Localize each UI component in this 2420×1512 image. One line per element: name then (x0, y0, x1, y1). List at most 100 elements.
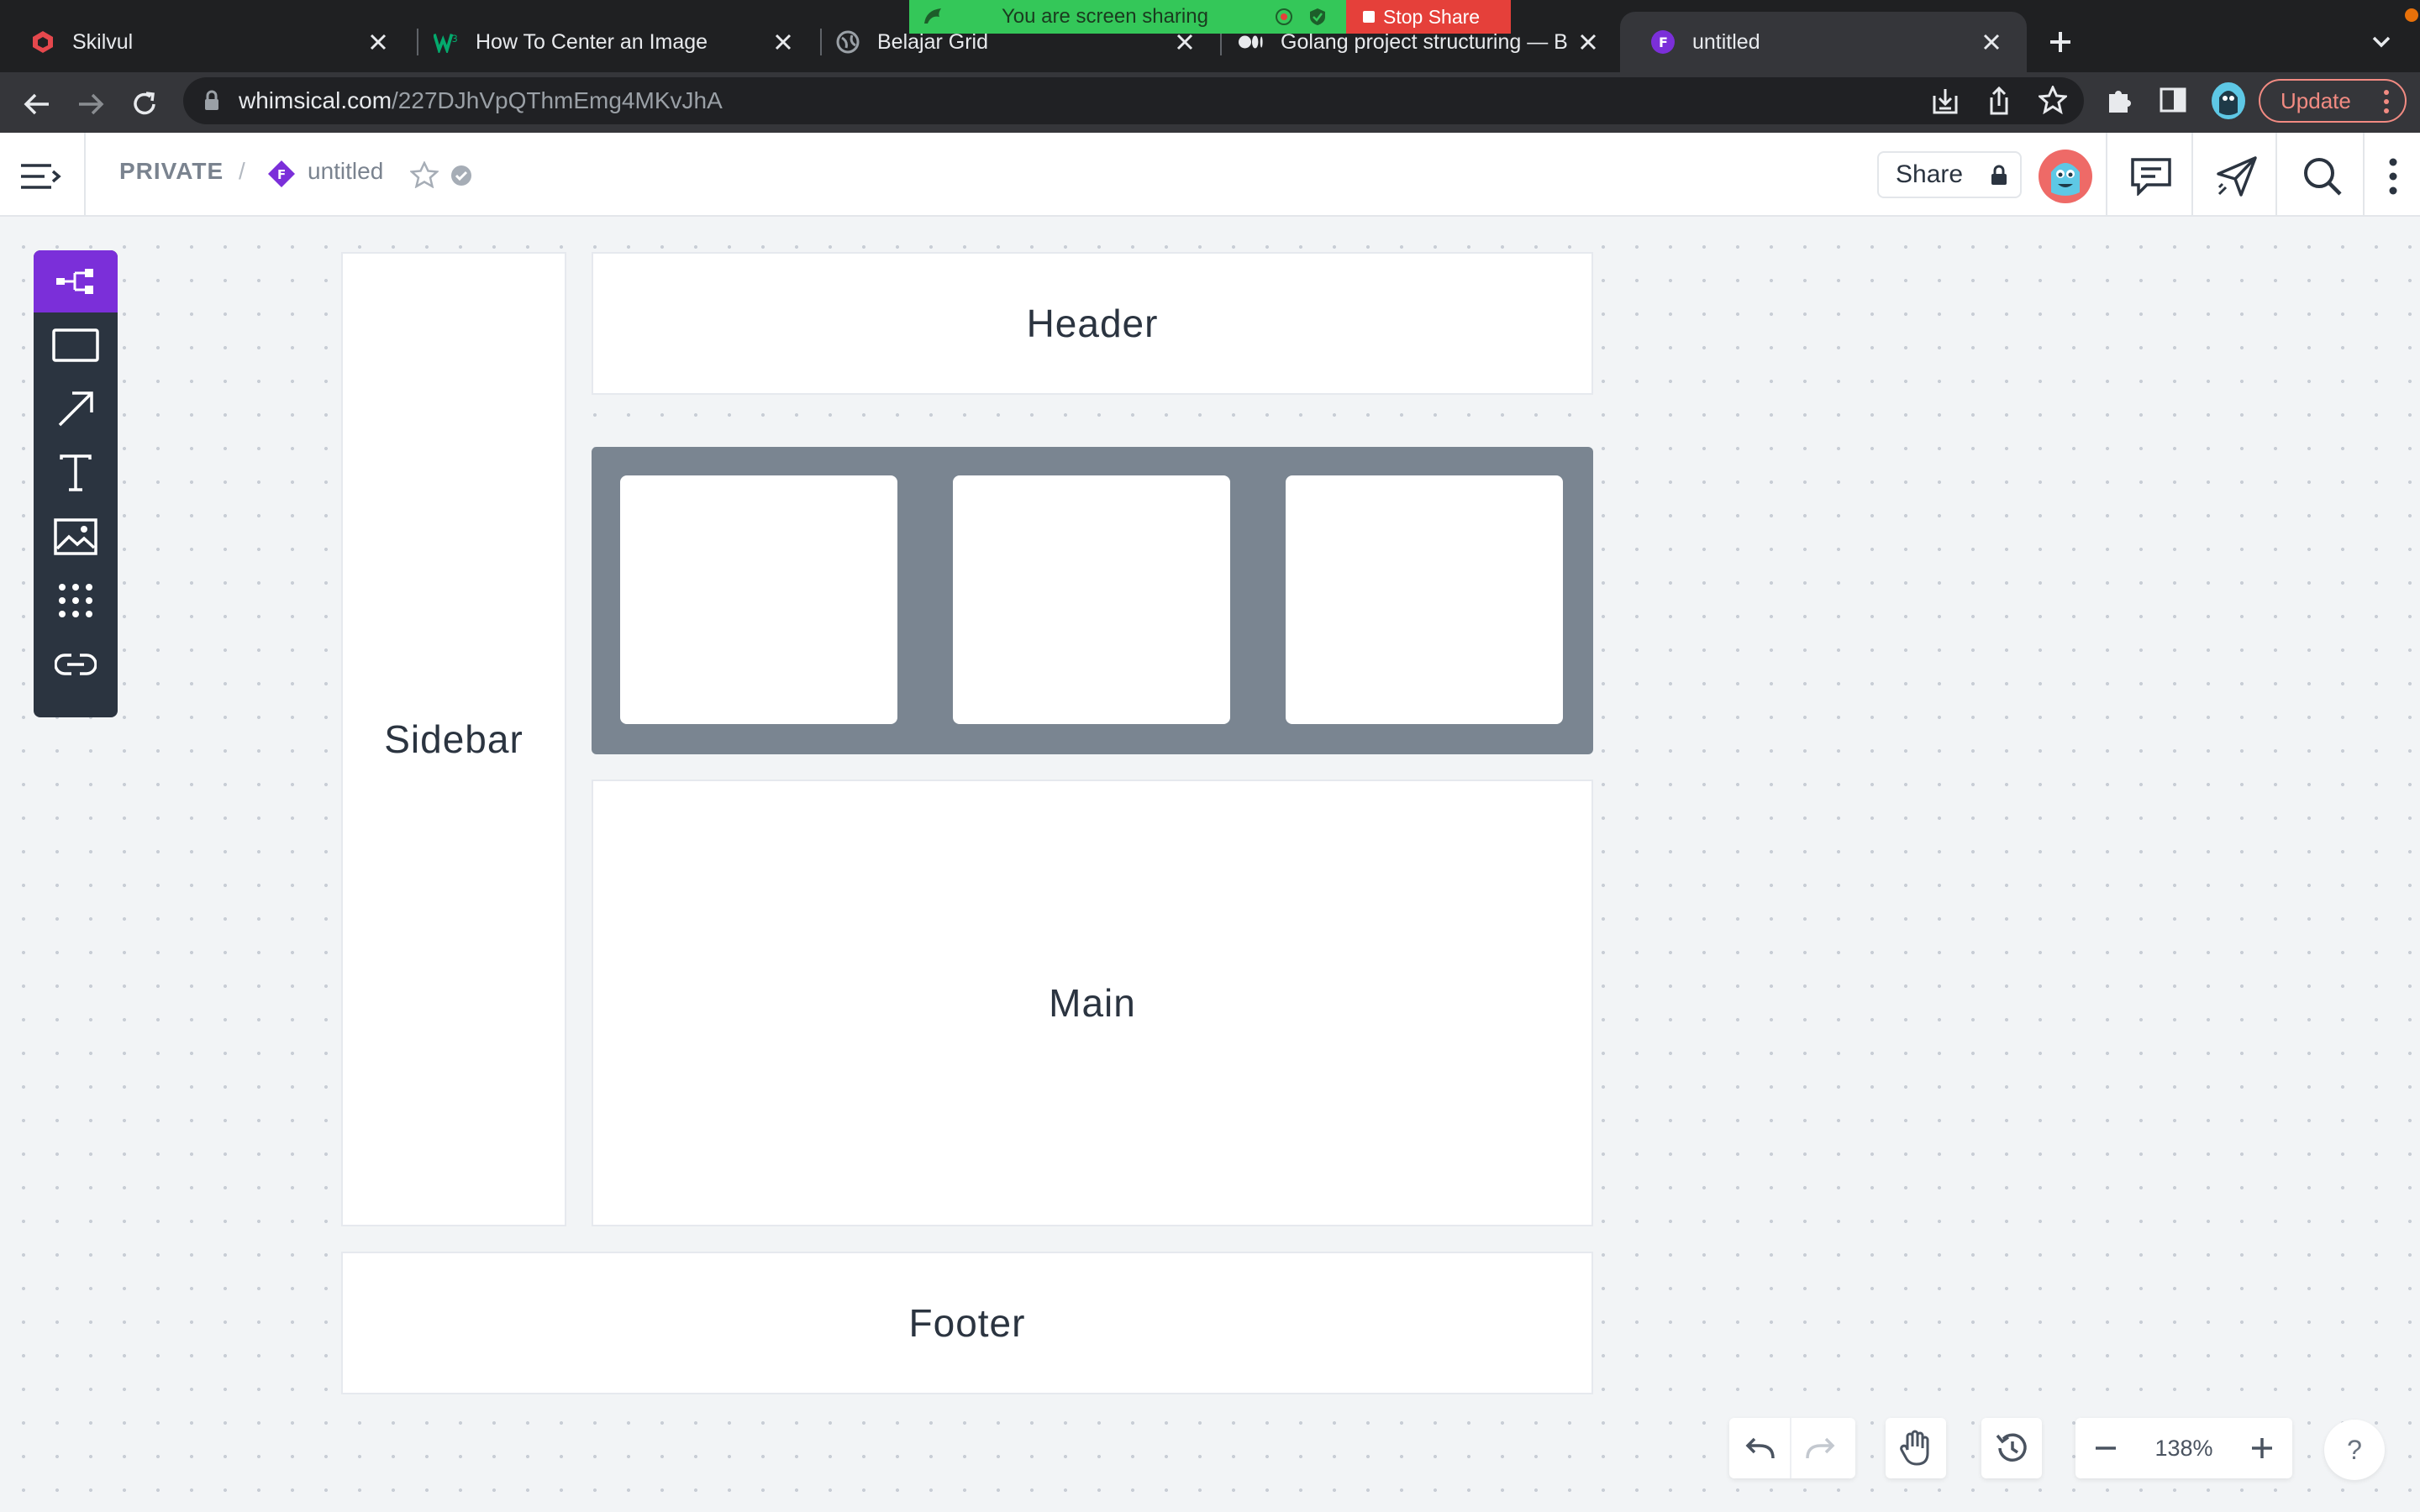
zoom-in-button[interactable] (2232, 1418, 2292, 1478)
search-icon[interactable] (2301, 155, 2344, 198)
user-avatar[interactable] (2039, 150, 2092, 203)
record-icon[interactable] (1274, 7, 1294, 27)
text-icon (60, 454, 92, 491)
stop-share-label: Stop Share (1383, 5, 1481, 28)
redo-icon (1806, 1437, 1835, 1459)
image-tool[interactable] (34, 506, 118, 568)
update-browser-button[interactable]: Update (2259, 79, 2407, 123)
verified-check-icon (451, 165, 471, 186)
doc-type-icon: F (268, 160, 295, 187)
flowchart-tool[interactable] (34, 250, 118, 312)
help-label: ? (2347, 1434, 2362, 1465)
lock-icon[interactable] (203, 90, 220, 112)
undo-button[interactable] (1729, 1418, 1790, 1478)
more-options-icon[interactable] (2371, 155, 2415, 198)
undo-icon (1745, 1437, 1775, 1459)
redo-button[interactable] (1790, 1418, 1850, 1478)
whimsical-favicon-icon: F (1650, 29, 1676, 55)
side-panel-icon[interactable] (2160, 87, 2186, 113)
zoom-out-button[interactable] (2075, 1418, 2136, 1478)
pan-hand-button[interactable] (1886, 1418, 1946, 1478)
doc-title[interactable]: untitled (308, 158, 383, 185)
url-text[interactable]: whimsical.com/227DJhVpQThmEmg4MKvJhA (239, 87, 723, 114)
globe-icon (835, 29, 860, 55)
grid-cell[interactable] (953, 475, 1230, 724)
help-button[interactable]: ? (2324, 1420, 2385, 1480)
share-label: Share (1896, 160, 1964, 188)
grid-container-block[interactable] (592, 447, 1593, 754)
tab-skilvul[interactable]: Skilvul (0, 12, 413, 72)
text-tool[interactable] (34, 442, 118, 504)
rectangle-tool[interactable] (34, 314, 118, 376)
zoom-level[interactable]: 138% (2136, 1436, 2232, 1462)
comments-icon[interactable] (2129, 155, 2173, 198)
header-divider (2363, 133, 2365, 217)
arrow-icon (58, 391, 93, 427)
arrow-tool[interactable] (34, 378, 118, 440)
header-block-label: Header (1026, 302, 1159, 345)
version-history-button[interactable] (1981, 1418, 2042, 1478)
share-button[interactable]: Share (1877, 151, 2022, 198)
profile-avatar-icon[interactable] (2212, 82, 2245, 119)
footer-block[interactable]: Footer (341, 1252, 1593, 1394)
tab-title: Skilvul (72, 29, 134, 54)
app-header: PRIVATE / F untitled Share (0, 133, 2420, 217)
svg-text:F: F (277, 167, 286, 182)
main-block[interactable]: Main (592, 780, 1593, 1226)
share-page-icon[interactable] (1986, 86, 2012, 116)
header-block[interactable]: Header (592, 252, 1593, 395)
tab-w3schools[interactable]: 3 How To Center an Image (403, 12, 818, 72)
back-arrow-icon[interactable] (20, 87, 54, 121)
sidebar-block[interactable]: Sidebar (341, 252, 566, 1226)
close-tab-icon[interactable] (1975, 25, 2008, 59)
screen-sharing-indicator: You are screen sharing (909, 0, 1346, 34)
reload-icon[interactable] (128, 87, 161, 121)
new-tab-button[interactable] (2040, 22, 2081, 62)
tab-search-chevron-icon[interactable] (2363, 25, 2400, 59)
extensions-puzzle-icon[interactable] (2106, 86, 2134, 114)
hand-icon (1886, 1418, 1946, 1478)
bookmark-star-icon[interactable] (2039, 86, 2067, 114)
main-block-label: Main (1049, 981, 1136, 1025)
close-tab-icon[interactable] (766, 25, 800, 59)
undo-redo-group (1729, 1418, 1855, 1478)
image-icon (54, 518, 97, 555)
stop-square-icon (1363, 11, 1375, 23)
tab-untitled[interactable]: F untitled (1620, 12, 2027, 72)
shield-check-icon[interactable] (1307, 7, 1328, 27)
breadcrumb-separator: / (239, 158, 246, 184)
url-path: /227DJhVpQThmEmg4MKvJhA (392, 87, 723, 113)
install-app-icon[interactable] (1931, 87, 1960, 116)
minus-icon (2096, 1446, 2116, 1450)
tab-title: How To Center an Image (476, 29, 708, 54)
flowchart-icon (56, 269, 93, 294)
header-divider (2106, 133, 2107, 217)
grid-cell[interactable] (1286, 475, 1563, 724)
update-label: Update (2281, 87, 2351, 113)
close-tab-icon[interactable] (361, 25, 395, 59)
w3-favicon-icon: 3 (434, 29, 459, 55)
close-tab-icon[interactable] (1571, 25, 1605, 59)
lock-icon (1991, 165, 2007, 185)
url-host: whimsical.com (239, 87, 392, 113)
header-divider (2275, 133, 2277, 217)
rectangle-icon (52, 328, 99, 362)
link-icon (55, 654, 97, 675)
forward-arrow-icon[interactable] (74, 87, 108, 121)
present-send-icon[interactable] (2215, 155, 2259, 198)
zoom-controls: 138% (2075, 1418, 2292, 1478)
history-icon (1981, 1418, 2042, 1478)
breadcrumb-workspace[interactable]: PRIVATE (119, 158, 224, 185)
notification-dot (2405, 8, 2418, 22)
more-shapes-tool[interactable] (34, 570, 118, 632)
grid-cell[interactable] (620, 475, 897, 724)
header-divider (2191, 133, 2193, 217)
sidebar-toggle-icon[interactable] (18, 155, 62, 198)
favorite-star-icon[interactable] (410, 161, 439, 188)
plus-icon (2252, 1438, 2272, 1458)
stop-share-button[interactable]: Stop Share (1346, 0, 1511, 34)
link-tool[interactable] (34, 633, 118, 696)
tab-title: untitled (1692, 29, 1760, 54)
screen-share-banner: You are screen sharing Stop Share (909, 0, 1511, 34)
sidebar-block-label: Sidebar (384, 717, 523, 761)
